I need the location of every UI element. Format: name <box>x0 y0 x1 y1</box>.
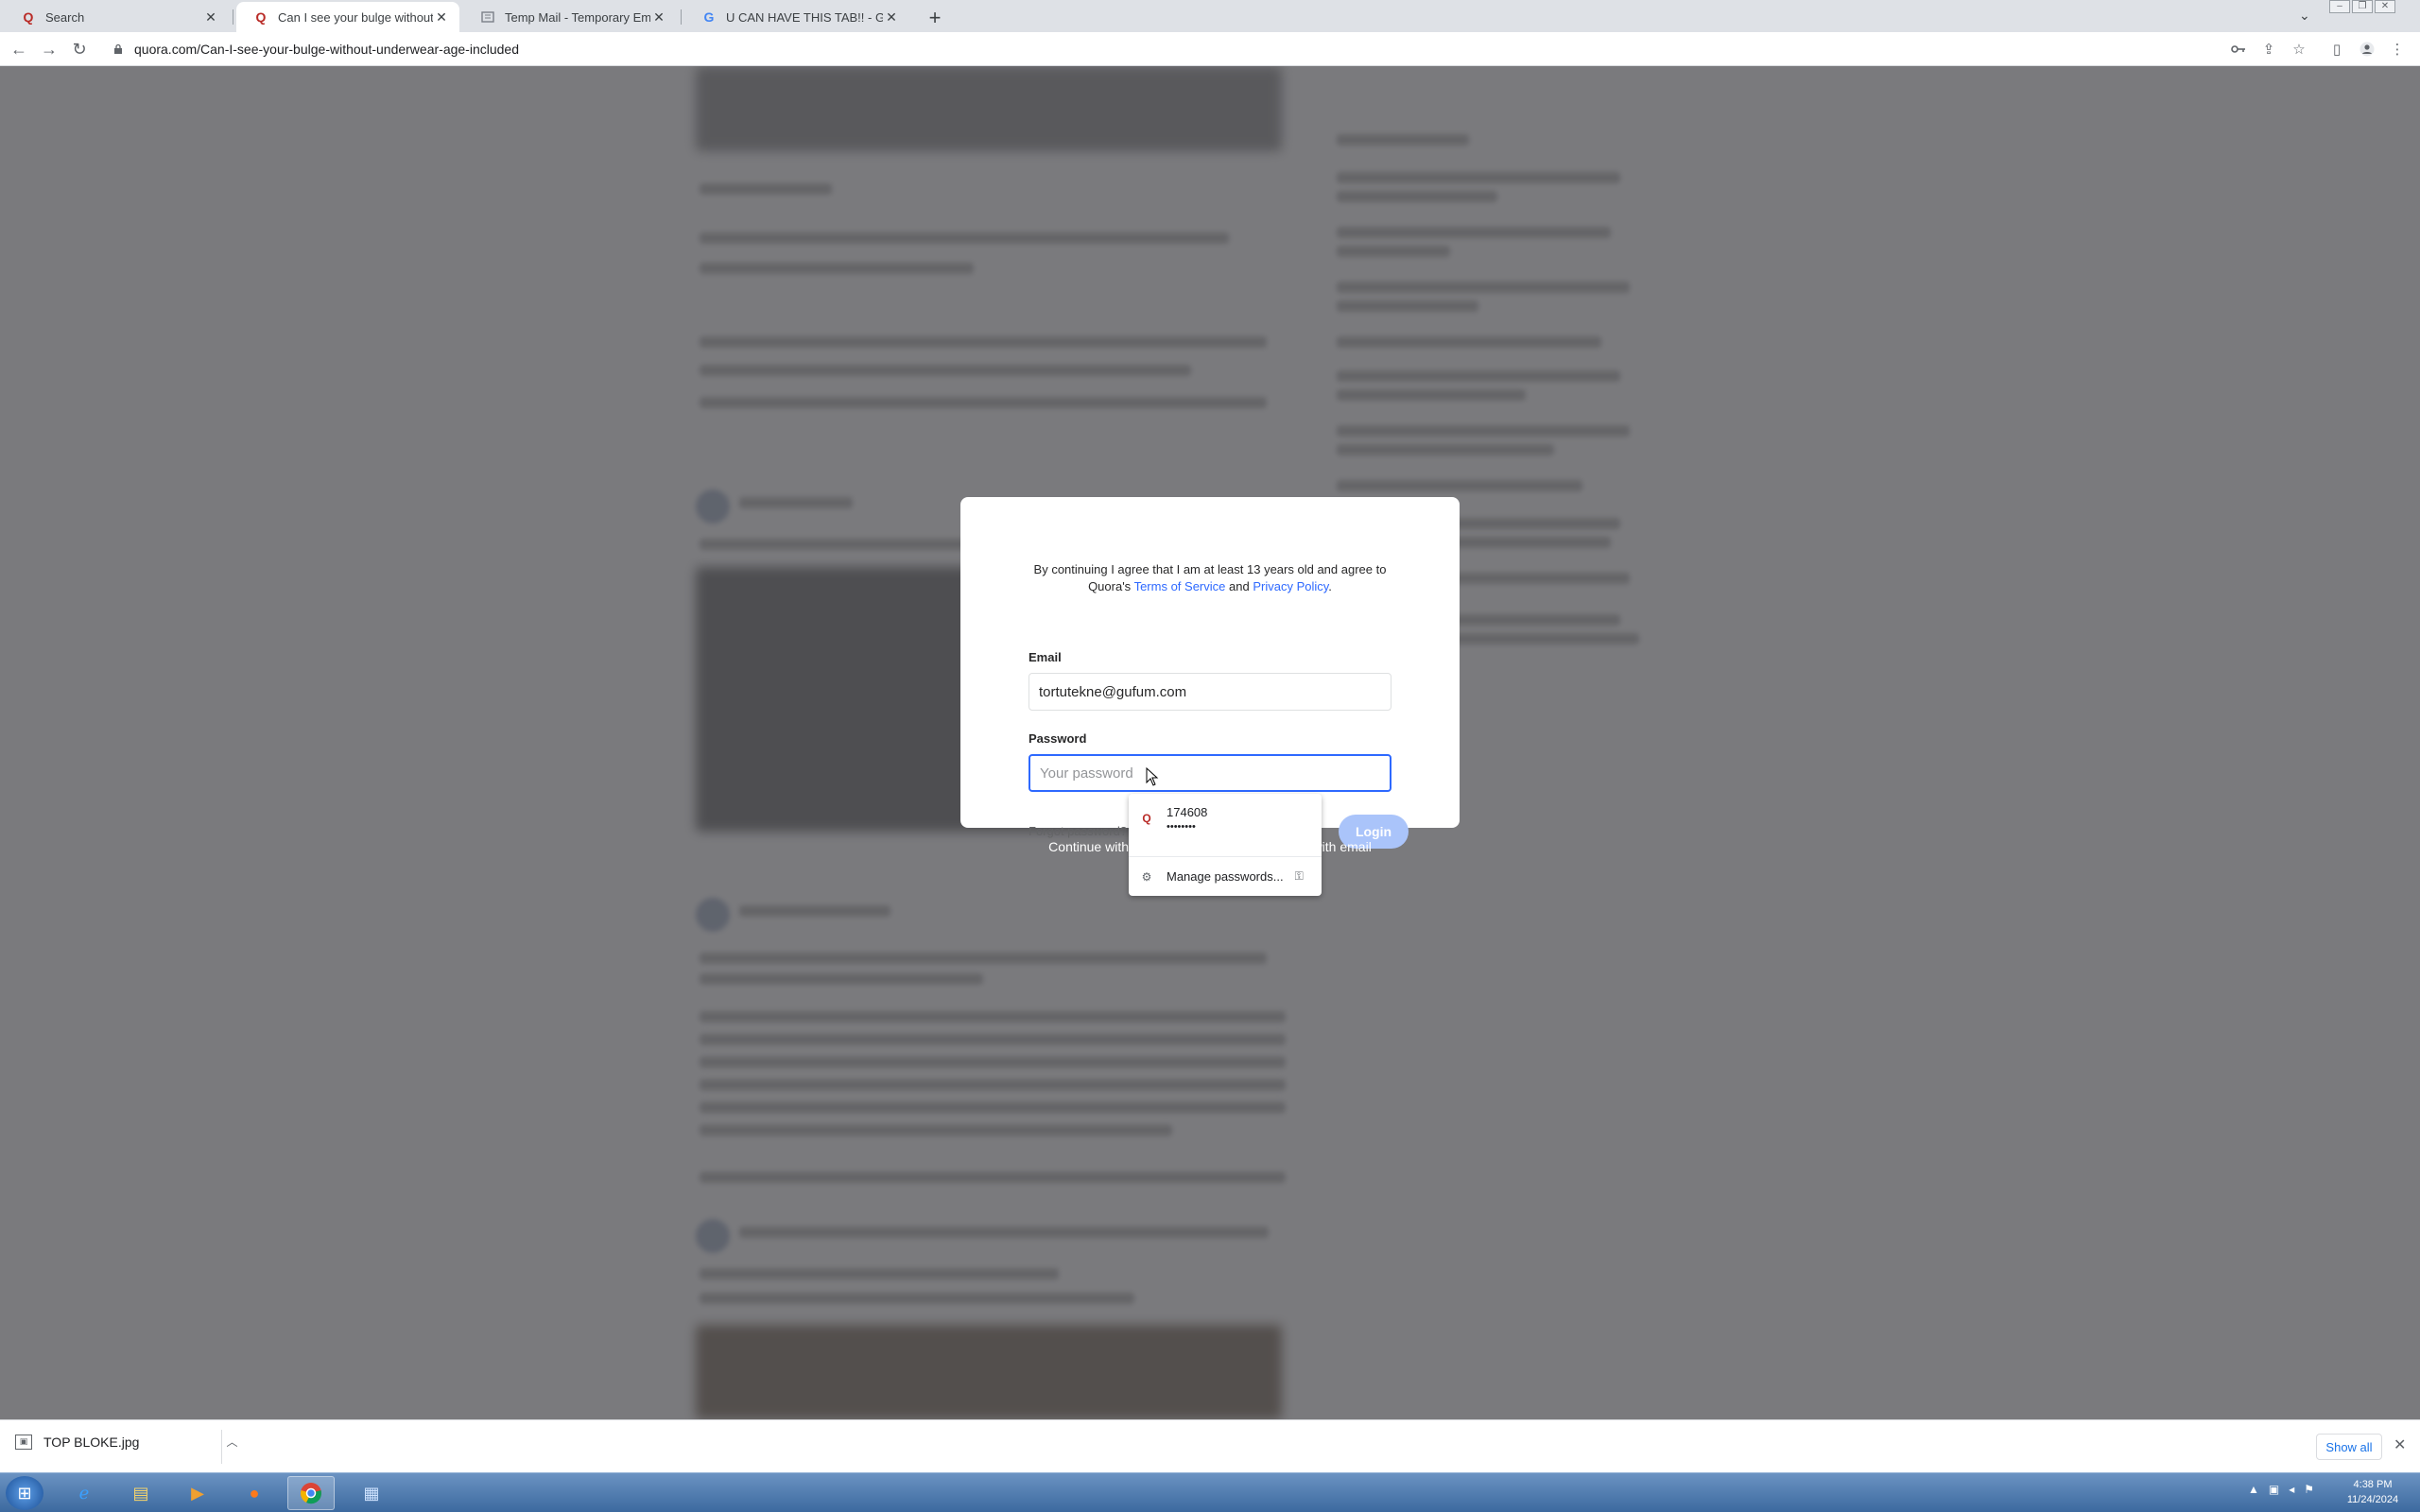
file-explorer-icon[interactable]: ▤ <box>117 1476 164 1510</box>
tab-title: Can I see your bulge without un <box>278 9 433 25</box>
clock[interactable]: 4:38 PM 11/24/2024 <box>2335 1477 2411 1507</box>
close-icon[interactable]: ✕ <box>2394 1435 2406 1454</box>
tab-google[interactable]: G U CAN HAVE THIS TAB!! - Google ✕ <box>684 2 909 32</box>
network-icon[interactable]: ▣ <box>2269 1483 2279 1496</box>
close-icon[interactable]: ✕ <box>883 9 900 26</box>
browser-toolbar: ← → ↻ quora.com/Can-I-see-your-bulge-wit… <box>0 32 2420 66</box>
privacy-policy-link[interactable]: Privacy Policy <box>1253 579 1328 593</box>
saved-credential-item[interactable]: Q 174608 •••••••• <box>1129 803 1322 833</box>
quora-icon: Q <box>255 9 267 25</box>
email-label: Email <box>1028 650 1062 664</box>
profile-icon[interactable] <box>2358 40 2377 59</box>
terms-of-service-link[interactable]: Terms of Service <box>1134 579 1226 593</box>
tab-title: Search <box>45 9 85 25</box>
back-icon[interactable]: ← <box>8 38 30 60</box>
tab-search-dropdown-icon[interactable]: ⌄ <box>2299 8 2310 24</box>
flag-icon[interactable]: ⚑ <box>2304 1483 2314 1496</box>
settings-gear-icon: ⚙ <box>1141 869 1152 884</box>
minimize-icon[interactable]: – <box>2329 0 2350 13</box>
login-modal: By continuing I agree that I am at least… <box>960 497 1460 849</box>
tab-temp-mail[interactable]: Temp Mail - Temporary Email ✕ <box>463 2 677 32</box>
password-label: Password <box>1028 731 1087 746</box>
clock-time: 4:38 PM <box>2353 1479 2393 1490</box>
side-panel-icon[interactable]: ▯ <box>2327 40 2346 59</box>
internet-explorer-icon[interactable]: ℯ <box>60 1476 108 1510</box>
lock-icon[interactable] <box>112 43 125 56</box>
chrome-icon[interactable] <box>287 1476 335 1510</box>
download-file-name: TOP BLOKE.jpg <box>43 1434 140 1450</box>
close-icon[interactable]: ✕ <box>433 9 450 26</box>
volume-icon[interactable]: ◂ <box>2289 1483 2294 1496</box>
show-all-button[interactable]: Show all <box>2316 1434 2382 1460</box>
manage-passwords-item[interactable]: ⚙ Manage passwords... ⚿ <box>1129 868 1322 885</box>
close-icon[interactable]: ✕ <box>650 9 667 26</box>
google-icon: G <box>703 9 715 25</box>
tempmail-icon <box>480 9 495 25</box>
media-player-icon[interactable]: ▶ <box>174 1476 221 1510</box>
image-file-icon: ▣ <box>15 1434 32 1450</box>
consent-and: and <box>1229 579 1250 593</box>
consent-period: . <box>1328 579 1332 593</box>
forgot-password-link[interactable]: Forgot password? <box>1028 824 1127 838</box>
tab-title: Temp Mail - Temporary Email <box>505 9 650 25</box>
chevron-up-icon[interactable]: ︿ <box>226 1434 237 1450</box>
new-tab-button[interactable]: + <box>923 6 947 30</box>
consent-line: By continuing I agree that I am at least… <box>1033 562 1387 576</box>
email-value: tortutekne@gufum.com <box>1039 683 1187 700</box>
reload-icon[interactable]: ↻ <box>68 38 91 60</box>
key-icon: ⚿ <box>1294 869 1304 883</box>
address-bar[interactable]: quora.com/Can-I-see-your-bulge-without-u… <box>102 36 2229 62</box>
saved-username: 174608 <box>1167 805 1208 819</box>
tab-strip: Q Search ✕ Q Can I see your bulge withou… <box>0 0 2420 32</box>
tab-search[interactable]: Q Search ✕ <box>4 2 229 32</box>
tab-title: U CAN HAVE THIS TAB!! - Google <box>726 9 883 25</box>
consent-text: By continuing I agree that I am at least… <box>1017 561 1403 595</box>
divider <box>221 1430 222 1464</box>
share-icon[interactable]: ⇪ <box>2259 40 2278 59</box>
clock-date: 11/24/2024 <box>2346 1494 2399 1505</box>
consent-quoras: Quora's <box>1088 579 1132 593</box>
tab-separator <box>681 9 682 25</box>
quora-icon: Q <box>23 9 34 25</box>
restore-icon[interactable]: ❐ <box>2352 0 2373 13</box>
divider <box>1129 856 1322 857</box>
download-bar: ▣ TOP BLOKE.jpg ︿ Show all ✕ <box>0 1419 2420 1472</box>
password-placeholder: Your password <box>1040 765 1133 782</box>
bookmark-star-icon[interactable]: ☆ <box>2290 40 2308 59</box>
password-field[interactable]: Your password <box>1028 754 1392 792</box>
mouse-cursor-icon <box>1146 767 1159 786</box>
system-tray: ▲ ▣ ◂ ⚑ <box>2248 1483 2314 1496</box>
menu-icon[interactable]: ⋮ <box>2388 40 2407 59</box>
tab-quora-question[interactable]: Q Can I see your bulge without un ✕ <box>236 2 459 32</box>
start-button[interactable]: ⊞ <box>6 1476 43 1510</box>
window-controls: – ❐ ✕ <box>2329 0 2395 13</box>
saved-password-mask: •••••••• <box>1167 821 1196 833</box>
password-autofill-dropdown: Q 174608 •••••••• ⚙ Manage passwords... … <box>1129 794 1322 896</box>
download-item[interactable]: ▣ TOP BLOKE.jpg ︿ <box>15 1434 237 1450</box>
url-text: quora.com/Can-I-see-your-bulge-without-u… <box>134 42 519 57</box>
forward-icon[interactable]: → <box>38 38 60 60</box>
tray-arrow-icon[interactable]: ▲ <box>2248 1483 2259 1496</box>
window-switcher-icon[interactable]: ▦ <box>348 1476 395 1510</box>
close-window-icon[interactable]: ✕ <box>2375 0 2395 13</box>
manage-passwords-label: Manage passwords... <box>1167 869 1284 884</box>
email-field[interactable]: tortutekne@gufum.com <box>1028 673 1392 711</box>
windows-taskbar: ⊞ ℯ ▤ ▶ ● ▦ ▲ ▣ ◂ ⚑ 4:38 PM 11/24/2024 <box>0 1472 2420 1512</box>
close-icon[interactable]: ✕ <box>202 9 219 26</box>
firefox-icon[interactable]: ● <box>231 1476 278 1510</box>
quora-icon: Q <box>1142 811 1151 825</box>
key-icon[interactable] <box>2229 40 2248 59</box>
